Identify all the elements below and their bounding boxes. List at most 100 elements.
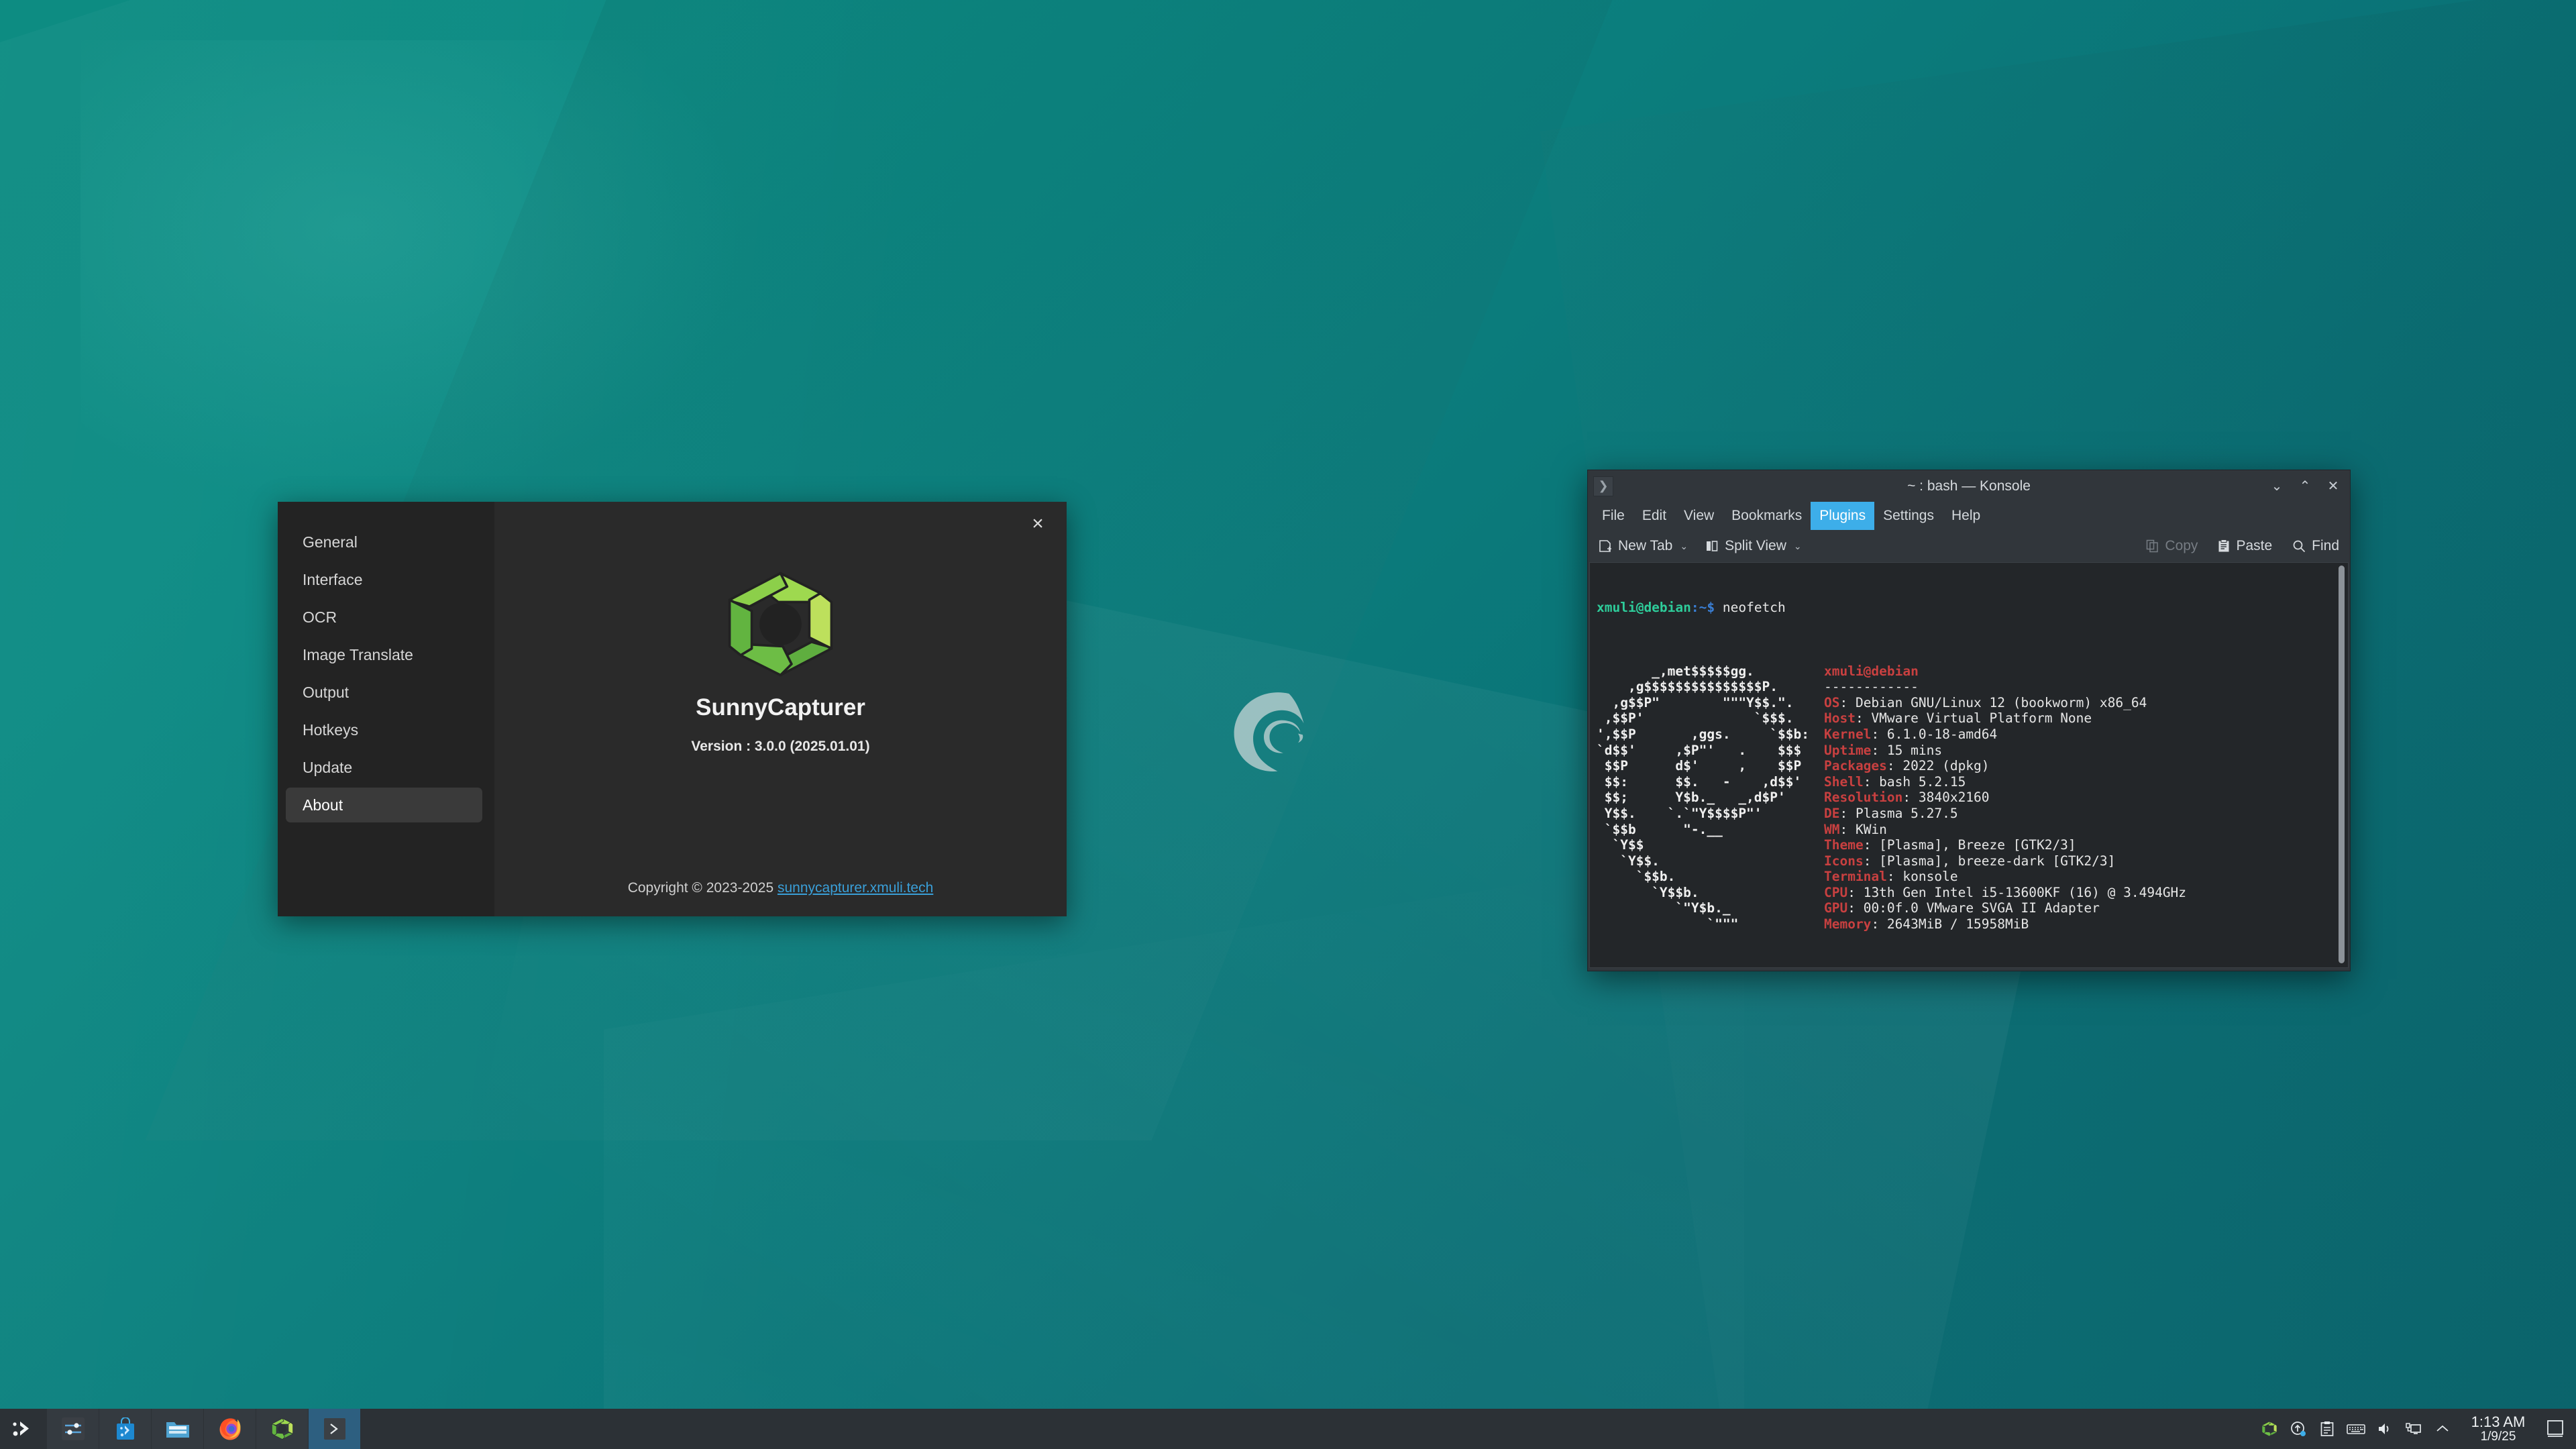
find-label: Find bbox=[2312, 538, 2339, 553]
split-view-button[interactable]: Split View ⌄ bbox=[1705, 538, 1802, 554]
neofetch-row: Uptime: 15 mins bbox=[1823, 742, 1943, 758]
sunnycapturer-aperture-logo bbox=[728, 572, 833, 677]
taskbar-sunnycapturer[interactable] bbox=[256, 1409, 308, 1449]
tray-sunnycapturer[interactable] bbox=[2255, 1409, 2284, 1449]
menu-file[interactable]: File bbox=[1593, 502, 1633, 530]
menu-plugins[interactable]: Plugins bbox=[1811, 502, 1875, 530]
neofetch-row: Host: VMware Virtual Platform None bbox=[1823, 710, 2092, 727]
taskbar-discover[interactable] bbox=[99, 1409, 151, 1449]
system-tray: 1:13 AM 1/9/25 bbox=[2255, 1409, 2576, 1449]
menu-help[interactable]: Help bbox=[1943, 502, 1989, 530]
menu-view[interactable]: View bbox=[1675, 502, 1723, 530]
shopping-bag-icon bbox=[116, 1417, 134, 1440]
sidebar-item-hotkeys[interactable]: Hotkeys bbox=[286, 712, 482, 747]
tray-clipboard[interactable] bbox=[2312, 1409, 2341, 1449]
neofetch-output: _,met$$$$$gg. ,g$$$$$$$$$$$$$$$P. ,g$$P"… bbox=[1597, 663, 2341, 932]
neofetch-row: Shell: bash 5.2.15 bbox=[1823, 773, 1966, 790]
tray-volume[interactable] bbox=[2370, 1409, 2399, 1449]
sidebar-label: OCR bbox=[303, 608, 337, 626]
neofetch-info-table: xmuli@debian ------------ OS: Debian GNU/L… bbox=[1824, 663, 2186, 932]
sidebar-item-update[interactable]: Update bbox=[286, 750, 482, 785]
maximize-button[interactable]: ⌃ bbox=[2298, 478, 2312, 494]
window-title: ~ : bash — Konsole bbox=[1907, 478, 2031, 494]
clock-widget[interactable]: 1:13 AM 1/9/25 bbox=[2457, 1414, 2540, 1443]
app-version-label: Version : 3.0.0 (2025.01.01) bbox=[691, 739, 870, 754]
terminal-scrollbar[interactable] bbox=[2336, 564, 2347, 966]
terminal-view[interactable]: xmuli@debian:~$ neofetch _,met$$$$$gg. ,… bbox=[1589, 562, 2349, 968]
taskbar: 1:13 AM 1/9/25 bbox=[0, 1409, 2576, 1449]
neofetch-row: GPU: 00:0f.0 VMware SVGA II Adapter bbox=[1823, 900, 2100, 916]
scrollbar-thumb[interactable] bbox=[2339, 566, 2345, 963]
neofetch-row: Icons: [Plasma], breeze-dark [GTK2/3] bbox=[1823, 853, 2116, 869]
paste-button[interactable]: Paste bbox=[2218, 538, 2272, 554]
sidebar-item-general[interactable]: General bbox=[286, 525, 482, 559]
menu-bookmarks[interactable]: Bookmarks bbox=[1723, 502, 1811, 530]
show-desktop-button[interactable] bbox=[2540, 1409, 2571, 1449]
network-icon bbox=[2405, 1423, 2421, 1434]
neofetch-row: Resolution: 3840x2160 bbox=[1823, 790, 1990, 806]
clipboard-icon bbox=[2320, 1421, 2333, 1436]
taskbar-system-settings[interactable] bbox=[47, 1409, 99, 1449]
konsole-titlebar[interactable]: ❯ ~ : bash — Konsole ⌄ ⌃ ✕ bbox=[1588, 470, 2350, 502]
neofetch-row: Terminal: konsole bbox=[1823, 869, 1958, 885]
copy-button[interactable]: Copy bbox=[2146, 538, 2198, 554]
chevron-up-icon bbox=[2436, 1425, 2449, 1432]
menu-settings[interactable]: Settings bbox=[1874, 502, 1943, 530]
taskbar-file-manager[interactable] bbox=[152, 1409, 203, 1449]
app-title: SunnyCapturer bbox=[696, 694, 865, 720]
neofetch-row: Kernel: 6.1.0-18-amd64 bbox=[1823, 726, 1998, 742]
copy-icon bbox=[2147, 539, 2159, 553]
paste-label: Paste bbox=[2236, 538, 2273, 553]
minimize-button[interactable]: ⌄ bbox=[2269, 478, 2284, 494]
copyright-footer: Copyright © 2023-2025 sunnycapturer.xmul… bbox=[494, 880, 1067, 896]
show-desktop-icon bbox=[2547, 1420, 2563, 1437]
firefox-icon bbox=[219, 1418, 240, 1440]
toolbar-right-group: Copy Paste Find bbox=[2126, 538, 2339, 554]
tray-updates[interactable] bbox=[2284, 1409, 2312, 1449]
tray-network[interactable] bbox=[2399, 1409, 2428, 1449]
neofetch-rule: ------------ bbox=[1823, 679, 1919, 695]
terminal-content: xmuli@debian:~$ neofetch _,met$$$$$gg. ,… bbox=[1590, 563, 2348, 967]
sidebar-item-image-translate[interactable]: Image Translate bbox=[286, 637, 482, 672]
desktop[interactable]: General Interface OCR Image Translate Ou… bbox=[0, 0, 2576, 1449]
neofetch-row: WM: KWin bbox=[1823, 821, 1887, 837]
website-link[interactable]: sunnycapturer.xmuli.tech bbox=[777, 880, 933, 896]
neofetch-row: OS: Debian GNU/Linux 12 (bookworm) x86_6… bbox=[1823, 694, 2147, 710]
neofetch-row: Packages: 2022 (dpkg) bbox=[1823, 758, 1990, 774]
copy-label: Copy bbox=[2165, 538, 2198, 553]
menu-edit[interactable]: Edit bbox=[1633, 502, 1675, 530]
close-icon[interactable]: × bbox=[1022, 508, 1053, 539]
split-view-icon bbox=[1707, 541, 1718, 551]
tray-keyboard[interactable] bbox=[2341, 1409, 2370, 1449]
kde-launcher-icon[interactable] bbox=[0, 1409, 47, 1449]
terminal-icon bbox=[323, 1418, 345, 1440]
neofetch-row: Memory: 2643MiB / 15958MiB bbox=[1823, 916, 2029, 932]
taskbar-firefox[interactable] bbox=[204, 1409, 256, 1449]
settings-sidebar: General Interface OCR Image Translate Ou… bbox=[278, 502, 494, 916]
close-button[interactable]: ✕ bbox=[2326, 478, 2341, 494]
sidebar-label: Hotkeys bbox=[303, 720, 359, 739]
chevron-down-icon[interactable]: ⌄ bbox=[1680, 541, 1688, 552]
sidebar-label: General bbox=[303, 533, 358, 551]
new-tab-button[interactable]: New Tab ⌄ bbox=[1599, 538, 1688, 554]
taskbar-konsole[interactable] bbox=[309, 1409, 360, 1449]
tray-expand[interactable] bbox=[2428, 1409, 2457, 1449]
sidebar-item-interface[interactable]: Interface bbox=[286, 562, 482, 597]
sidebar-item-about[interactable]: About bbox=[286, 788, 482, 822]
clock-date: 1/9/25 bbox=[2480, 1429, 2516, 1444]
debian-swirl-logo bbox=[1234, 692, 1304, 771]
sliders-icon bbox=[61, 1417, 85, 1440]
sunnycapturer-settings-dialog: General Interface OCR Image Translate Ou… bbox=[278, 502, 1067, 916]
copyright-text: Copyright © 2023-2025 bbox=[627, 880, 777, 896]
find-button[interactable]: Find bbox=[2292, 538, 2339, 554]
sidebar-label: Update bbox=[303, 758, 353, 776]
prompt-path: :~$ bbox=[1690, 600, 1715, 616]
debian-ascii-art: _,met$$$$$gg. ,g$$$$$$$$$$$$$$$P. ,g$$P"… bbox=[1597, 663, 1809, 932]
sidebar-item-output[interactable]: Output bbox=[286, 675, 482, 710]
sidebar-item-ocr[interactable]: OCR bbox=[286, 600, 482, 635]
aperture-icon bbox=[2261, 1421, 2277, 1437]
konsole-window: ❯ ~ : bash — Konsole ⌄ ⌃ ✕ File Edit Vie… bbox=[1587, 470, 2351, 971]
chevron-down-icon[interactable]: ⌄ bbox=[1794, 541, 1802, 552]
wallpaper-facet-5 bbox=[604, 849, 1744, 1449]
aperture-icon bbox=[271, 1417, 293, 1440]
